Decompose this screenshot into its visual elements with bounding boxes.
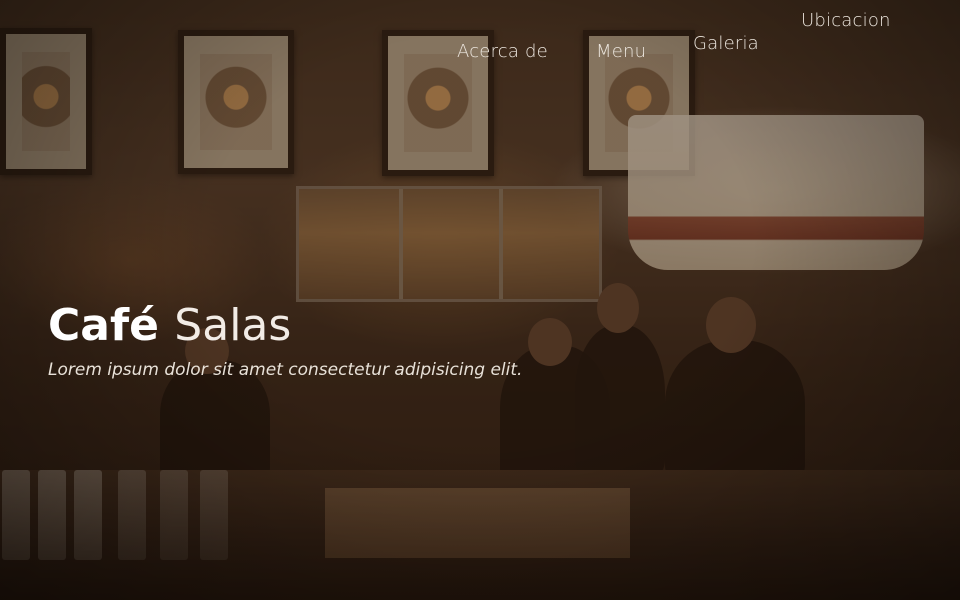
brand-title-strong: Café <box>48 300 159 351</box>
tagline: Lorem ipsum dolor sit amet consectetur a… <box>48 360 523 380</box>
nav-link-location[interactable]: Ubicacion <box>801 10 891 31</box>
nav-link-gallery[interactable]: Galeria <box>693 33 759 54</box>
hero-section: Acerca de Menu Galeria Ubicacion Café Sa… <box>0 0 960 600</box>
hero-text: Café Salas Lorem ipsum dolor sit amet co… <box>48 298 522 380</box>
nav-link-about[interactable]: Acerca de <box>457 41 548 62</box>
brand-title: Café Salas <box>48 298 522 354</box>
brand-title-light: Salas <box>174 300 292 351</box>
nav-link-menu[interactable]: Menu <box>596 41 646 62</box>
